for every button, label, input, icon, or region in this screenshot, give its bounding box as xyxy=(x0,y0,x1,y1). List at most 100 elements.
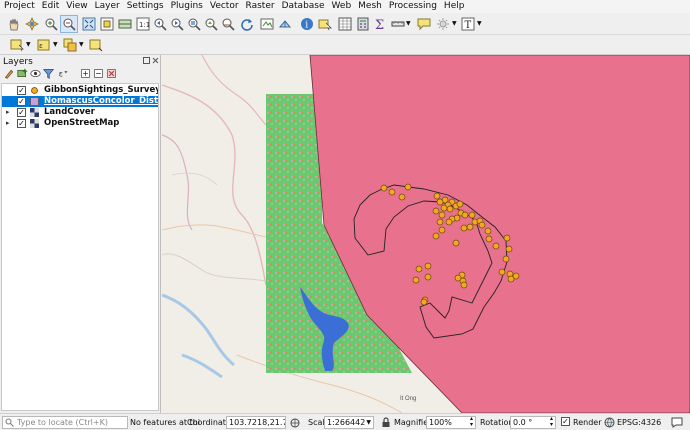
toggle-extents-icon[interactable] xyxy=(290,418,300,428)
render-checkbox[interactable]: ✓ xyxy=(561,417,570,426)
zoom-last-icon[interactable] xyxy=(153,17,167,31)
sighting-point xyxy=(433,192,441,200)
menu-web[interactable]: Web xyxy=(328,0,355,13)
menu-edit[interactable]: Edit xyxy=(38,0,62,13)
map-rendering[interactable]: It Ong xyxy=(162,55,690,413)
zoom-scale-icon[interactable] xyxy=(221,17,235,31)
scale-dropdown-arrow-icon[interactable]: ▼ xyxy=(366,417,371,428)
menu-settings[interactable]: Settings xyxy=(123,0,167,13)
layer-styling-icon[interactable] xyxy=(4,68,15,79)
add-group-icon[interactable] xyxy=(17,68,28,79)
zoom-area-icon[interactable] xyxy=(204,17,218,31)
layer-row-landcover[interactable]: ▸ ✓ LandCover xyxy=(2,107,158,118)
statistics-sigma-icon[interactable]: Σ xyxy=(373,17,387,31)
crs-label[interactable]: EPSG:4326 xyxy=(617,414,661,430)
temporal-controller-icon[interactable] xyxy=(436,17,450,31)
layer-visibility-checkbox[interactable]: ✓ xyxy=(17,86,26,95)
svg-text:1:1: 1:1 xyxy=(139,21,150,29)
zoom-out-icon[interactable] xyxy=(62,17,76,31)
scale-value: 1:266442 xyxy=(327,418,366,427)
svg-text:Σ: Σ xyxy=(375,18,384,31)
rotation-spin-icon[interactable]: ▴ ▾ xyxy=(550,417,553,428)
pan-to-selection-icon[interactable] xyxy=(25,17,39,31)
menu-help[interactable]: Help xyxy=(440,0,468,13)
layer-name: OpenStreetMap xyxy=(44,118,120,128)
menu-project[interactable]: Project xyxy=(0,0,38,13)
zoom-to-selection-icon[interactable] xyxy=(100,17,114,31)
invert-selection-icon[interactable] xyxy=(63,38,77,52)
pan-hand-icon[interactable] xyxy=(7,17,21,31)
temporal-dropdown-arrow-icon[interactable]: ▼ xyxy=(452,20,457,27)
manage-visibility-icon[interactable] xyxy=(30,68,41,79)
layer-visibility-checkbox[interactable]: ✓ xyxy=(17,97,26,106)
deselect-features-icon[interactable] xyxy=(89,38,103,52)
rotation-value: 0.0 ° xyxy=(513,418,533,427)
invert-dropdown-arrow-icon[interactable]: ▼ xyxy=(79,41,84,48)
rotation-field[interactable]: 0.0 ° ▴ ▾ xyxy=(510,416,556,429)
sighting-point xyxy=(502,255,510,263)
render-label: Render xyxy=(573,418,602,427)
measure-dropdown-arrow-icon[interactable]: ▼ xyxy=(406,20,411,27)
zoom-in-icon[interactable] xyxy=(44,17,58,31)
float-panel-icon[interactable] xyxy=(143,57,150,64)
layer-visibility-checkbox[interactable]: ✓ xyxy=(17,108,26,117)
field-calculator-icon[interactable] xyxy=(356,17,370,31)
layer-row-openstreetmap[interactable]: ▸ ✓ OpenStreetMap xyxy=(2,118,158,129)
select-dropdown-arrow-icon[interactable]: ▼ xyxy=(26,41,31,48)
menu-raster[interactable]: Raster xyxy=(242,0,278,13)
zoom-next-icon[interactable] xyxy=(170,17,184,31)
crs-globe-icon[interactable] xyxy=(604,417,615,428)
point-layer-icon xyxy=(31,87,38,94)
menu-layer[interactable]: Layer xyxy=(91,0,123,13)
collapse-all-icon[interactable] xyxy=(93,68,104,79)
menu-vector[interactable]: Vector xyxy=(206,0,242,13)
refresh-icon[interactable] xyxy=(240,17,254,31)
map-tips-icon[interactable] xyxy=(417,17,431,31)
coordinate-field[interactable]: 103.7218,21.7955 xyxy=(226,416,286,429)
text-annotation-icon[interactable]: T xyxy=(461,17,475,31)
new-3d-map-view-icon[interactable] xyxy=(278,17,292,31)
expand-arrow-icon[interactable]: ▸ xyxy=(6,118,10,129)
zoom-native-icon[interactable]: 1:1 xyxy=(136,17,150,31)
zoom-to-bookmark-icon[interactable] xyxy=(187,17,201,31)
expression-dropdown-arrow-icon[interactable]: ▼ xyxy=(53,41,58,48)
map-canvas[interactable]: It Ong xyxy=(162,55,690,413)
expand-all-icon[interactable] xyxy=(80,68,91,79)
menu-mesh[interactable]: Mesh xyxy=(354,0,385,13)
svg-text:ε: ε xyxy=(39,42,43,50)
layer-row-gibbon-sightings[interactable]: ✓ GibbonSightings_Survey1 xyxy=(2,85,158,96)
zoom-full-icon[interactable] xyxy=(82,17,96,31)
menu-processing[interactable]: Processing xyxy=(385,0,440,13)
locator-search-input[interactable]: Type to locate (Ctrl+K) xyxy=(2,416,128,429)
annotation-dropdown-arrow-icon[interactable]: ▼ xyxy=(477,20,482,27)
magnifier-spin-icon[interactable]: ▴ ▾ xyxy=(470,417,473,428)
menu-view[interactable]: View xyxy=(62,0,90,13)
select-by-rectangle-icon[interactable] xyxy=(10,38,24,52)
close-panel-icon[interactable] xyxy=(152,57,159,64)
menu-database[interactable]: Database xyxy=(278,0,328,13)
status-bar: Type to locate (Ctrl+K) No features at t… xyxy=(0,413,690,430)
lock-scale-icon[interactable] xyxy=(381,417,391,428)
filter-legend-icon[interactable] xyxy=(43,68,54,79)
messages-icon[interactable] xyxy=(671,417,683,428)
expand-arrow-icon[interactable]: ▸ xyxy=(6,107,10,118)
measure-line-icon[interactable] xyxy=(391,17,405,31)
sighting-point xyxy=(492,242,500,250)
layer-visibility-checkbox[interactable]: ✓ xyxy=(17,119,26,128)
search-icon xyxy=(5,418,14,427)
sighting-point xyxy=(460,224,468,232)
menu-plugins[interactable]: Plugins xyxy=(167,0,206,13)
select-features-icon[interactable] xyxy=(318,17,332,31)
rotation-label: Rotation xyxy=(480,418,514,427)
sighting-point xyxy=(485,235,493,243)
scale-field[interactable]: 1:266442 ▼ xyxy=(324,416,374,429)
remove-layer-icon[interactable] xyxy=(106,68,117,79)
new-map-view-icon[interactable] xyxy=(260,17,274,31)
select-by-expression-icon[interactable]: ε xyxy=(37,38,51,52)
zoom-to-layer-icon[interactable] xyxy=(118,17,132,31)
attribute-table-icon[interactable] xyxy=(338,17,352,31)
layer-row-nomascus-distribution[interactable]: ✓ NomascusConcolor_Distribution xyxy=(2,96,158,107)
identify-features-icon[interactable]: i xyxy=(300,17,314,31)
filter-by-expression-icon[interactable]: ε xyxy=(57,68,70,79)
magnifier-field[interactable]: 100% ▴ ▾ xyxy=(426,416,476,429)
